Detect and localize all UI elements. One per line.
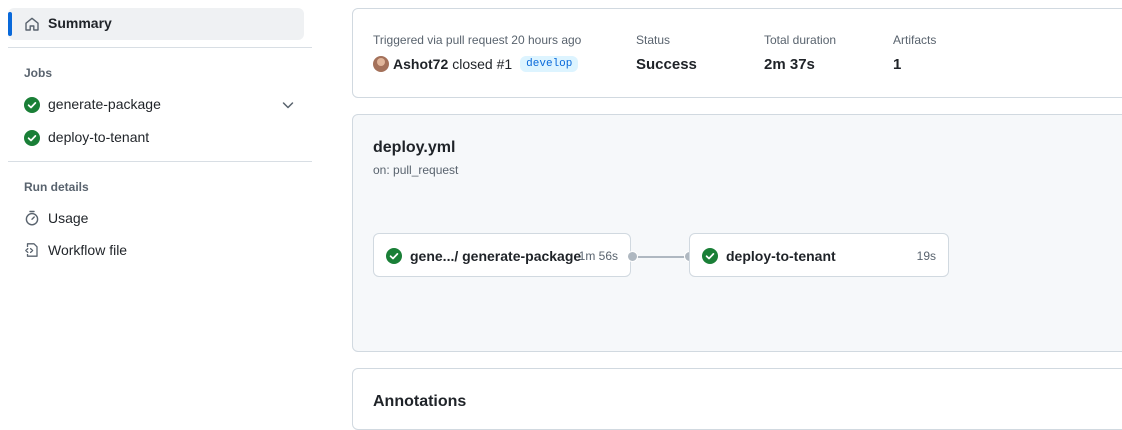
run-summary-card: Triggered via pull request 20 hours ago … xyxy=(352,8,1122,98)
check-circle-icon xyxy=(24,97,40,113)
chevron-down-icon[interactable] xyxy=(280,97,296,113)
job-node-deploy-to-tenant[interactable]: deploy-to-tenant 19s xyxy=(689,233,949,277)
file-code-icon xyxy=(24,242,40,258)
job-node-name: gene.../ generate-package xyxy=(410,248,582,264)
sidebar-divider xyxy=(8,161,312,162)
annotations-title: Annotations xyxy=(373,393,467,410)
job-label: generate-package xyxy=(48,96,161,112)
job-node-name: deploy-to-tenant xyxy=(726,248,836,264)
status-label: Status xyxy=(636,33,671,47)
avatar[interactable] xyxy=(373,56,389,72)
sidebar-item-label: Summary xyxy=(48,15,112,31)
run-sidebar: Summary Jobs generate-package deploy-to-… xyxy=(0,0,312,399)
job-label: deploy-to-tenant xyxy=(48,129,150,145)
check-circle-icon xyxy=(702,248,718,264)
check-circle-icon xyxy=(24,130,40,146)
artifacts-label: Artifacts xyxy=(893,33,937,47)
status-value: Success xyxy=(636,56,697,73)
jobs-heading: Jobs xyxy=(24,66,53,80)
trigger-user-link[interactable]: Ashot72 xyxy=(393,56,448,72)
duration-value: 2m 37s xyxy=(764,56,815,73)
workflow-file-label: Workflow file xyxy=(48,242,128,258)
trigger-info: Ashot72 closed #1 develop xyxy=(373,56,579,72)
pull-request-link[interactable]: closed #1 xyxy=(452,56,512,72)
branch-badge[interactable]: develop xyxy=(520,56,579,72)
workflow-trigger: on: pull_request xyxy=(373,163,459,177)
artifacts-value[interactable]: 1 xyxy=(893,56,901,73)
trigger-label: Triggered via pull request 20 hours ago xyxy=(373,33,582,47)
duration-label: Total duration xyxy=(764,33,837,47)
sidebar-item-deploy-to-tenant[interactable]: deploy-to-tenant xyxy=(8,121,304,153)
home-icon xyxy=(24,16,40,32)
job-node-duration: 1m 56s xyxy=(578,249,618,263)
job-node-duration: 19s xyxy=(916,249,936,263)
run-details-heading: Run details xyxy=(24,180,89,194)
sidebar-item-generate-package[interactable]: generate-package xyxy=(8,88,304,120)
job-connector xyxy=(633,256,689,258)
workflow-name: deploy.yml xyxy=(373,139,456,156)
workflow-graph-card: deploy.yml on: pull_request gene.../ gen… xyxy=(352,114,1122,352)
job-node-generate-package[interactable]: gene.../ generate-package 1m 56s xyxy=(373,233,631,277)
sidebar-divider xyxy=(8,47,312,48)
check-circle-icon xyxy=(386,248,402,264)
sidebar-item-workflow-file[interactable]: Workflow file xyxy=(8,234,304,266)
stopwatch-icon xyxy=(24,210,40,226)
annotations-card: Annotations xyxy=(352,368,1122,430)
sidebar-item-usage[interactable]: Usage xyxy=(8,202,304,234)
sidebar-item-summary[interactable]: Summary xyxy=(8,8,304,40)
connector-dot xyxy=(627,251,638,262)
active-indicator xyxy=(8,12,12,36)
usage-label: Usage xyxy=(48,210,89,226)
